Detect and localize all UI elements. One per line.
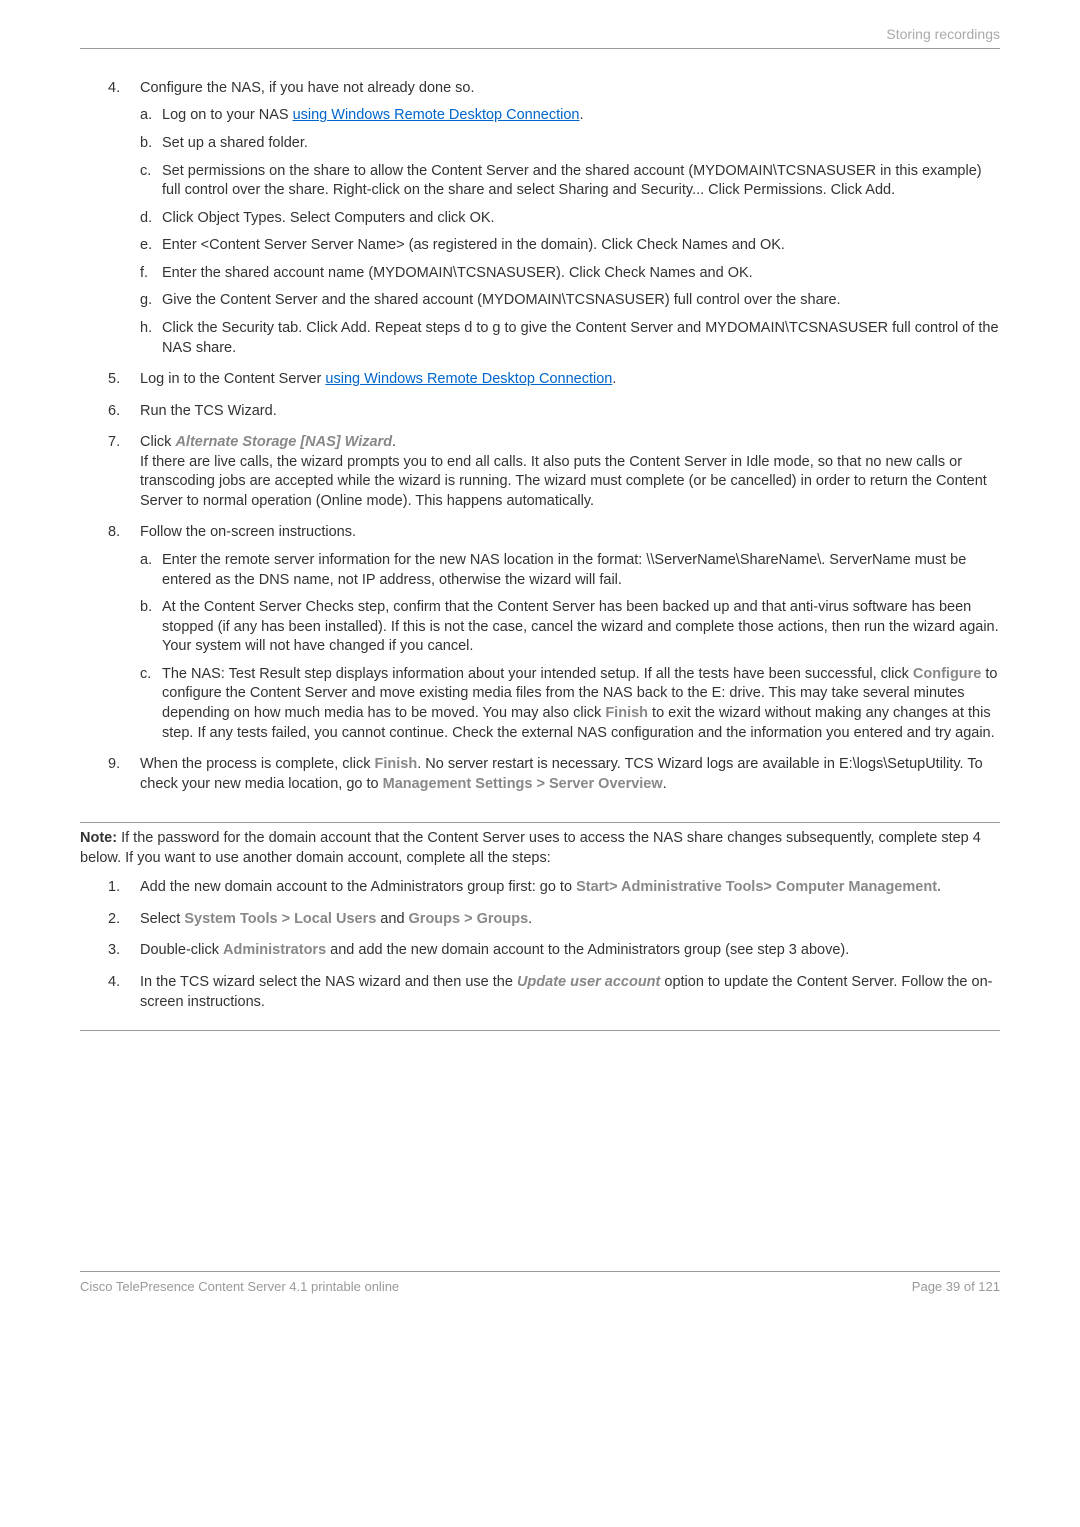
note-3-pre: Double-click <box>140 942 223 958</box>
step-4a-pre: Log on to your NAS <box>162 107 293 123</box>
start-admin-tools-label: Start> Administrative Tools> Computer Ma… <box>576 879 941 895</box>
page-footer: Cisco TelePresence Content Server 4.1 pr… <box>80 1271 1000 1296</box>
step-4d: Click Object Types. Select Computers and… <box>140 209 1000 229</box>
step-7: Click Alternate Storage [NAS] Wizard. If… <box>108 433 1000 511</box>
note-2-pre: Select <box>140 911 184 927</box>
note-1-pre: Add the new domain account to the Admini… <box>140 879 576 895</box>
configure-label: Configure <box>913 666 981 682</box>
step-4b: Set up a shared folder. <box>140 134 1000 154</box>
step-8c-p1: The NAS: Test Result step displays infor… <box>162 666 913 682</box>
step-9-p1: When the process is complete, click <box>140 756 375 772</box>
note-lead-text: If the password for the domain account t… <box>80 830 981 866</box>
step-5-post: . <box>612 371 616 387</box>
note-step-3: Double-click Administrators and add the … <box>108 941 1000 961</box>
system-tools-label: System Tools > Local Users <box>184 911 376 927</box>
note-step-2: Select System Tools > Local Users and Gr… <box>108 910 1000 930</box>
note-2-mid: and <box>376 911 408 927</box>
footer-title: Cisco TelePresence Content Server 4.1 pr… <box>80 1278 399 1296</box>
mgmt-settings-label: Management Settings > Server Overview <box>383 776 663 792</box>
step-7-pre: Click <box>140 434 175 450</box>
finish-label-1: Finish <box>605 705 648 721</box>
note-2-post: . <box>528 911 532 927</box>
step-8-sublist: Enter the remote server information for … <box>140 551 1000 743</box>
note-3-post: and add the new domain account to the Ad… <box>326 942 849 958</box>
step-4-text: Configure the NAS, if you have not alrea… <box>140 80 475 96</box>
step-4: Configure the NAS, if you have not alrea… <box>108 79 1000 358</box>
step-7-body: If there are live calls, the wizard prom… <box>140 454 987 509</box>
step-8a: Enter the remote server information for … <box>140 551 1000 590</box>
step-5-pre: Log in to the Content Server <box>140 371 325 387</box>
rdc-link-1[interactable]: using Windows Remote Desktop Connection <box>293 107 580 123</box>
step-4a-post: . <box>580 107 584 123</box>
header-section-label: Storing recordings <box>80 25 1000 49</box>
step-8-text: Follow the on-screen instructions. <box>140 524 356 540</box>
note-step-1: Add the new domain account to the Admini… <box>108 878 1000 898</box>
step-5: Log in to the Content Server using Windo… <box>108 370 1000 390</box>
step-8: Follow the on-screen instructions. Enter… <box>108 523 1000 743</box>
finish-label-2: Finish <box>375 756 418 772</box>
step-8c: The NAS: Test Result step displays infor… <box>140 665 1000 743</box>
step-4a: Log on to your NAS using Windows Remote … <box>140 106 1000 126</box>
step-4g: Give the Content Server and the shared a… <box>140 291 1000 311</box>
step-7-post: . <box>392 434 396 450</box>
note-bold: Note: <box>80 830 117 846</box>
update-user-account-label: Update user account <box>517 974 660 990</box>
header-text: Storing recordings <box>886 26 1000 42</box>
step-4f: Enter the shared account name (MYDOMAIN\… <box>140 264 1000 284</box>
note-lead: Note: If the password for the domain acc… <box>80 829 1000 868</box>
step-4e: Enter <Content Server Server Name> (as r… <box>140 236 1000 256</box>
groups-label: Groups > Groups <box>409 911 529 927</box>
step-4h: Click the Security tab. Click Add. Repea… <box>140 319 1000 358</box>
note-ordered-list: Add the new domain account to the Admini… <box>80 878 1000 1012</box>
main-ordered-list: Configure the NAS, if you have not alrea… <box>80 79 1000 794</box>
note-4-pre: In the TCS wizard select the NAS wizard … <box>140 974 517 990</box>
step-4c: Set permissions on the share to allow th… <box>140 162 1000 201</box>
step-8b: At the Content Server Checks step, confi… <box>140 598 1000 657</box>
footer-page: Page 39 of 121 <box>912 1278 1000 1296</box>
step-4-sublist: Log on to your NAS using Windows Remote … <box>140 106 1000 358</box>
rdc-link-2[interactable]: using Windows Remote Desktop Connection <box>325 371 612 387</box>
note-step-4: In the TCS wizard select the NAS wizard … <box>108 973 1000 1012</box>
note-box: Note: If the password for the domain acc… <box>80 822 1000 1031</box>
step-6: Run the TCS Wizard. <box>108 402 1000 422</box>
administrators-label: Administrators <box>223 942 326 958</box>
alternate-storage-wizard-label: Alternate Storage [NAS] Wizard <box>175 434 392 450</box>
step-9: When the process is complete, click Fini… <box>108 755 1000 794</box>
step-9-p3: . <box>663 776 667 792</box>
